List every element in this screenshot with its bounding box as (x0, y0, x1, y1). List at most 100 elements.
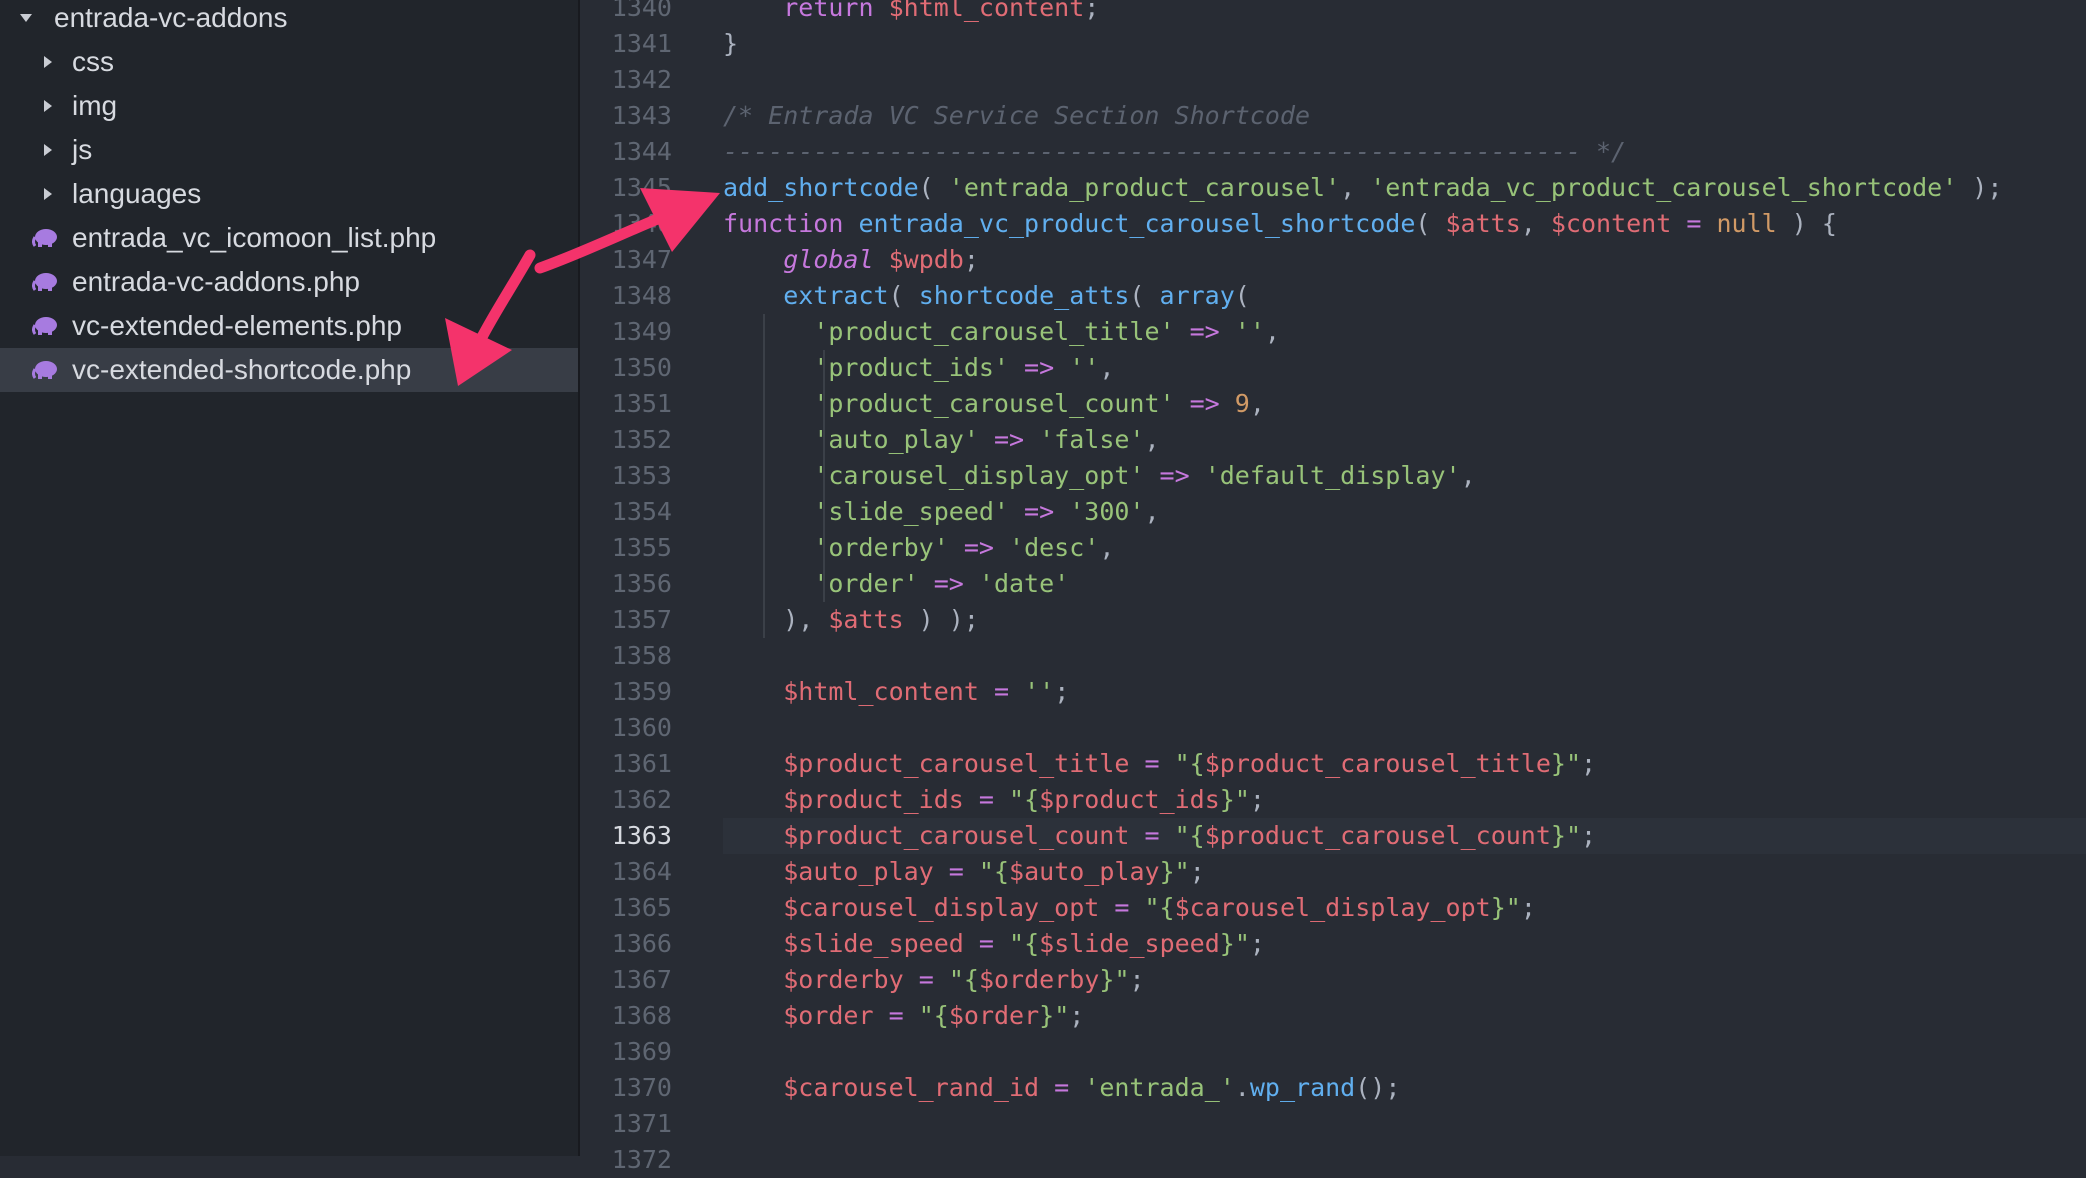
code-line[interactable]: 1349 'product_carousel_title' => '', (580, 314, 2086, 350)
code-editor[interactable]: 1340 return $html_content; 1341} 1342 1343/… (580, 0, 2086, 1174)
code-line[interactable]: 1352 'auto_play' => 'false', (580, 422, 2086, 458)
code-token: ); (1957, 173, 2003, 202)
chevron-right-icon[interactable] (44, 56, 52, 68)
code-line[interactable]: 1347 global $wpdb; (580, 242, 2086, 278)
code-line[interactable]: 1369 (580, 1034, 2086, 1070)
code-line[interactable]: 1371 (580, 1106, 2086, 1142)
code-token: $wpdb (888, 245, 964, 274)
code-text: 'product_ids' => '', (723, 350, 1114, 386)
code-token: " (1234, 929, 1250, 958)
code-line[interactable]: 1372 (580, 1142, 2086, 1178)
code-token: $atts (828, 605, 904, 634)
code-line[interactable]: 1368 $order = "{$order}"; (580, 998, 2086, 1034)
chevron-right-icon[interactable] (44, 144, 52, 156)
code-line[interactable]: 1362 $product_ids = "{$product_ids}"; (580, 782, 2086, 818)
code-token: " (1234, 785, 1250, 814)
code-line[interactable]: 1361 $product_carousel_title = "{$produc… (580, 746, 2086, 782)
line-number: 1370 (611, 1073, 672, 1102)
line-number: 1351 (611, 389, 672, 418)
line-number: 1357 (611, 605, 672, 634)
line-number: 1362 (611, 785, 672, 814)
code-token: ( (888, 281, 919, 310)
code-line[interactable]: 1342 (580, 62, 2086, 98)
code-token: } (723, 29, 739, 58)
code-line[interactable]: 1360 (580, 710, 2086, 746)
tree-root-folder[interactable]: entrada-vc-addons (0, 0, 578, 40)
code-line[interactable]: 1346 function entrada_vc_product_carousel… (580, 206, 2086, 242)
code-line[interactable]: 1357 ), $atts ) ); (580, 602, 2086, 638)
tree-folder-js[interactable]: js (0, 128, 578, 172)
line-number: 1364 (611, 857, 672, 886)
code-token: $auto_play (1009, 857, 1160, 886)
tree-folder-css[interactable]: css (0, 40, 578, 84)
code-line[interactable]: 1359 $html_content = ''; (580, 674, 2086, 710)
code-line[interactable]: 1354 'slide_speed' => '300', (580, 494, 2086, 530)
code-line[interactable]: 1356 'order' => 'date' (580, 566, 2086, 602)
code-token: = (993, 677, 1010, 706)
code-token: , (1520, 209, 1551, 238)
code-token: " (1009, 785, 1025, 814)
code-line[interactable]: 1353 'carousel_display_opt' => 'default_… (580, 458, 2086, 494)
code-token: " (1114, 965, 1130, 994)
code-token: = (1114, 893, 1130, 922)
code-line[interactable]: 1370 $carousel_rand_id = 'entrada_'.wp_r… (580, 1070, 2086, 1106)
chevron-down-icon[interactable] (20, 14, 32, 22)
code-line[interactable]: 1343 /* Entrada VC Service Section Shortc… (580, 98, 2086, 134)
tree-file-extended-elements[interactable]: vc-extended-elements.php (0, 304, 578, 348)
code-line[interactable]: 1344 ------------------------------------… (580, 134, 2086, 170)
chevron-right-icon[interactable] (44, 188, 52, 200)
code-line[interactable]: 1345 add_shortcode( 'entrada_product_caro… (580, 170, 2086, 206)
code-token: { (1024, 785, 1040, 814)
code-line[interactable]: 1367 $orderby = "{$orderby}"; (580, 962, 2086, 998)
tree-file-vc-addons[interactable]: entrada-vc-addons.php (0, 260, 578, 304)
tree-folder-languages[interactable]: languages (0, 172, 578, 216)
code-line[interactable]: 1355 'orderby' => 'desc', (580, 530, 2086, 566)
code-token: " (1054, 1001, 1070, 1030)
code-line[interactable]: 1350 'product_ids' => '', (580, 350, 2086, 386)
line-number: 1346 (611, 209, 672, 238)
code-line[interactable]: 1365 $carousel_display_opt = "{$carousel… (580, 890, 2086, 926)
code-token: } (1039, 1001, 1055, 1030)
code-token: = (978, 929, 994, 958)
code-line[interactable]: 1341} (580, 26, 2086, 62)
code-token: 'slide_speed' (813, 497, 1009, 526)
line-number: 1372 (611, 1145, 672, 1174)
code-line[interactable]: 1351 'product_carousel_count' => 9, (580, 386, 2086, 422)
code-line[interactable]: 1364 $auto_play = "{$auto_play}"; (580, 854, 2086, 890)
code-line[interactable]: 1366 $slide_speed = "{$slide_speed}"; (580, 926, 2086, 962)
code-line[interactable]: 1340 return $html_content; (580, 0, 2086, 26)
chevron-right-icon[interactable] (44, 100, 52, 112)
tree-file-icomoon-list[interactable]: entrada_vc_icomoon_list.php (0, 216, 578, 260)
code-token: 'date' (978, 569, 1070, 598)
code-token: ( (1415, 209, 1446, 238)
code-text: 'auto_play' => 'false', (723, 422, 1159, 458)
tree-file-extended-shortcode[interactable]: vc-extended-shortcode.php (0, 348, 578, 392)
code-line[interactable]: 1363 $product_carousel_count = "{$produc… (580, 818, 2086, 854)
tree-folder-img[interactable]: img (0, 84, 578, 128)
code-token: 'entrada_vc_product_carousel_shortcode' (1370, 173, 1958, 202)
code-line[interactable]: 1358 (580, 638, 2086, 674)
line-number: 1341 (611, 29, 672, 58)
code-text: $product_ids = "{$product_ids}"; (723, 782, 1265, 818)
code-text: $slide_speed = "{$slide_speed}"; (723, 926, 1265, 962)
tree-item-label: css (72, 46, 114, 77)
code-token: ; (1249, 785, 1265, 814)
code-line[interactable]: 1348 extract( shortcode_atts( array( (580, 278, 2086, 314)
code-token: 'order' (813, 569, 919, 598)
line-number: 1360 (611, 713, 672, 742)
code-token: ; (1189, 857, 1205, 886)
